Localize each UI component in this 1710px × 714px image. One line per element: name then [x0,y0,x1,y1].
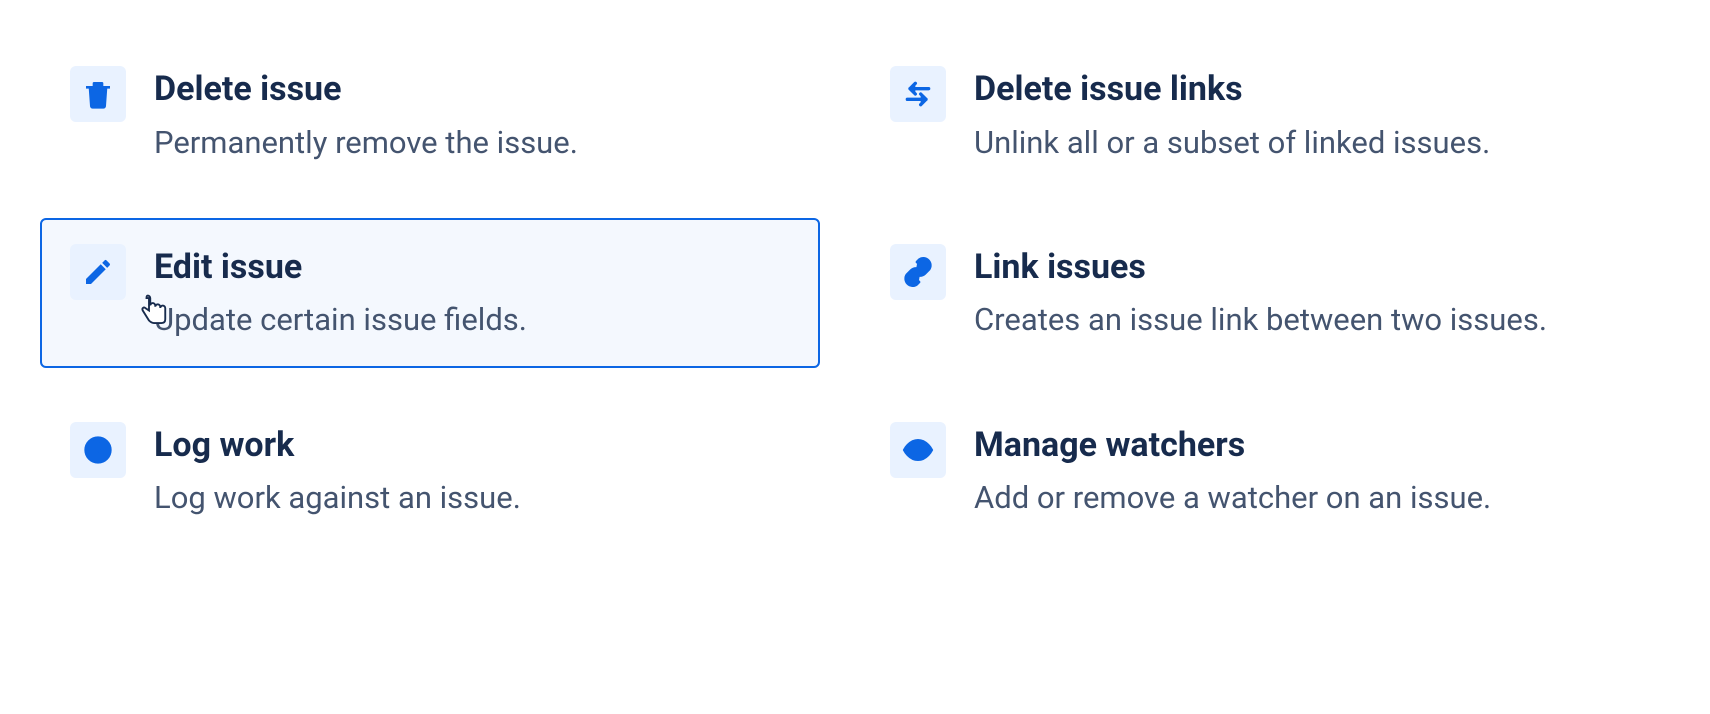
eye-icon [890,422,946,478]
action-title: Delete issue [154,68,790,111]
action-manage-watchers[interactable]: Manage watchers Add or remove a watcher … [860,396,1640,546]
action-desc: Permanently remove the issue. [154,121,790,164]
action-title: Link issues [974,246,1610,289]
clock-icon [70,422,126,478]
action-link-issues[interactable]: Link issues Creates an issue link betwee… [860,218,1640,368]
trash-icon [70,66,126,122]
action-grid: Delete issue Permanently remove the issu… [40,40,1640,546]
action-desc: Update certain issue fields. [154,298,790,341]
pencil-icon [70,244,126,300]
link-icon [890,244,946,300]
action-desc: Creates an issue link between two issues… [974,298,1610,341]
action-delete-issue[interactable]: Delete issue Permanently remove the issu… [40,40,820,190]
swap-arrows-icon [890,66,946,122]
action-desc: Log work against an issue. [154,476,790,519]
action-delete-issue-links[interactable]: Delete issue links Unlink all or a subse… [860,40,1640,190]
action-edit-issue[interactable]: Edit issue Update certain issue fields. [40,218,820,368]
action-title: Log work [154,424,790,467]
action-title: Edit issue [154,246,790,289]
action-desc: Add or remove a watcher on an issue. [974,476,1610,519]
action-title: Delete issue links [974,68,1610,111]
action-title: Manage watchers [974,424,1610,467]
action-desc: Unlink all or a subset of linked issues. [974,121,1610,164]
action-log-work[interactable]: Log work Log work against an issue. [40,396,820,546]
